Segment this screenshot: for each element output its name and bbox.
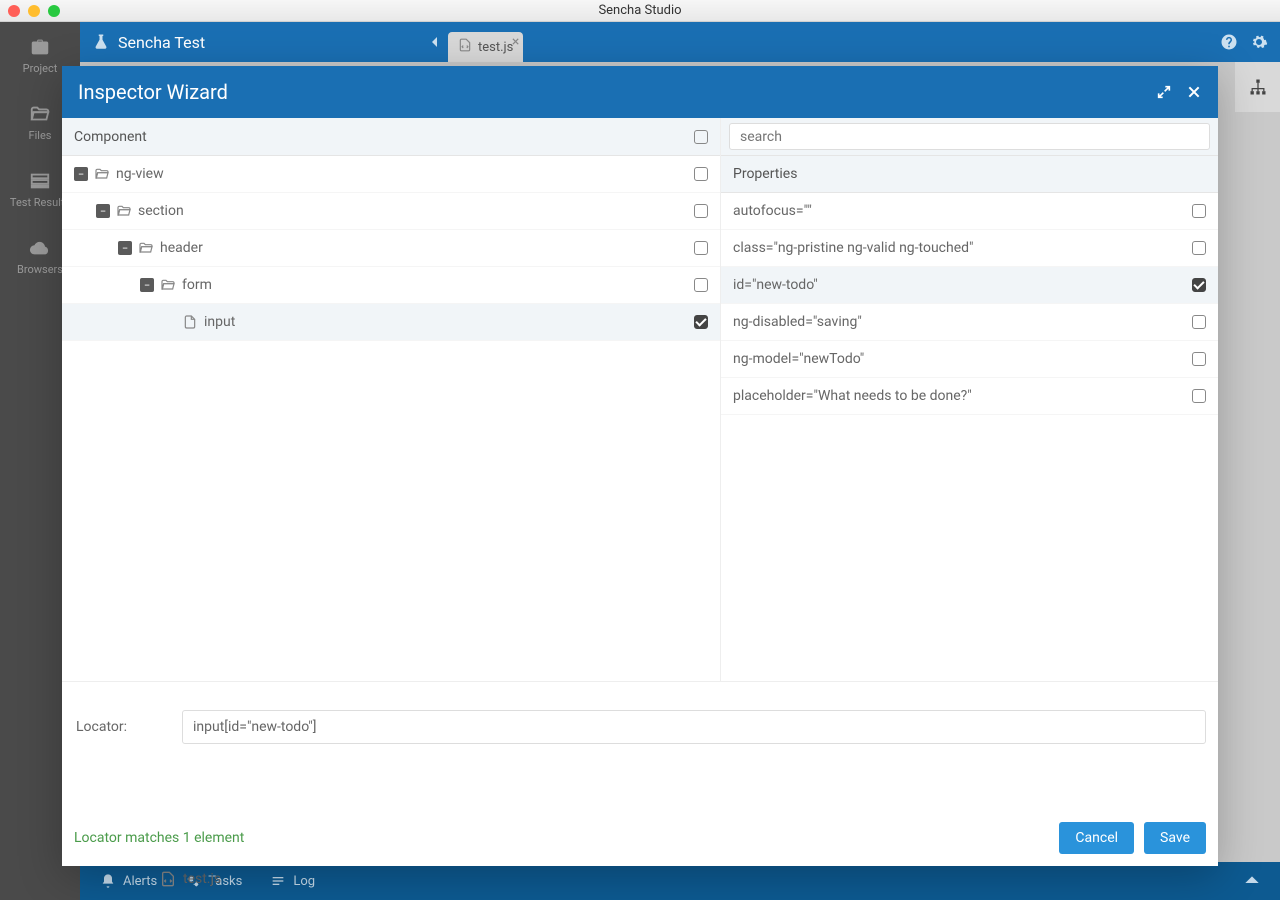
gear-icon[interactable] — [1250, 33, 1268, 51]
property-checkbox[interactable] — [1192, 389, 1206, 403]
property-label: class="ng-pristine ng-valid ng-touched" — [733, 240, 974, 256]
flask-icon — [92, 33, 110, 51]
property-row[interactable]: autofocus="" — [721, 193, 1218, 230]
properties-header: Properties — [721, 156, 1218, 193]
component-header-checkbox[interactable] — [694, 130, 708, 144]
property-checkbox[interactable] — [1192, 278, 1206, 292]
property-label: autofocus="" — [733, 203, 812, 219]
folder-icon — [94, 166, 110, 182]
tree-row-checkbox[interactable] — [694, 241, 708, 255]
tab-label: test.js — [478, 40, 513, 55]
modal-footer: Locator: Locator matches 1 element Cance… — [62, 681, 1218, 866]
collapse-left-icon[interactable] — [430, 33, 440, 52]
status-bar: Alerts Tasks Log — [80, 862, 1280, 900]
tree-row-header[interactable]: header — [62, 230, 720, 267]
property-checkbox[interactable] — [1192, 352, 1206, 366]
sidebar-label: Browsers — [17, 263, 63, 276]
properties-list: autofocus="" class="ng-pristine ng-valid … — [721, 193, 1218, 681]
folder-icon — [160, 277, 176, 293]
tree-row-ng-view[interactable]: ng-view — [62, 156, 720, 193]
tree-label: form — [182, 277, 694, 293]
search-input[interactable] — [729, 123, 1210, 150]
chevron-up-icon[interactable] — [1244, 871, 1260, 891]
tree-row-checkbox[interactable] — [694, 278, 708, 292]
tree-row-checkbox[interactable] — [694, 167, 708, 181]
log-icon — [270, 873, 286, 889]
folder-icon — [116, 203, 132, 219]
tree-row-checkbox[interactable] — [694, 204, 708, 218]
window-minimize-icon[interactable] — [28, 5, 40, 17]
file-icon — [182, 314, 198, 330]
tree-row-checkbox[interactable] — [694, 315, 708, 329]
code-file-icon — [160, 871, 176, 887]
tree-row-form[interactable]: form — [62, 267, 720, 304]
properties-header-label: Properties — [733, 166, 797, 182]
property-row[interactable]: class="ng-pristine ng-valid ng-touched" — [721, 230, 1218, 267]
folder-open-icon — [29, 103, 51, 125]
tree-label: ng-view — [116, 166, 694, 182]
locator-row: Locator: — [74, 694, 1206, 752]
property-checkbox[interactable] — [1192, 315, 1206, 329]
component-header-label: Component — [74, 129, 147, 145]
property-label: id="new-todo" — [733, 277, 818, 293]
cloud-icon — [29, 237, 51, 259]
property-checkbox[interactable] — [1192, 241, 1206, 255]
property-row[interactable]: ng-model="newTodo" — [721, 341, 1218, 378]
close-icon[interactable]: × — [512, 34, 519, 50]
window-title: Sencha Studio — [598, 3, 681, 18]
property-row[interactable]: ng-disabled="saving" — [721, 304, 1218, 341]
collapse-toggle-icon[interactable] — [96, 204, 110, 218]
property-row[interactable]: placeholder="What needs to be done?" — [721, 378, 1218, 415]
list-icon — [29, 170, 51, 192]
traffic-lights — [8, 5, 60, 17]
collapse-toggle-icon[interactable] — [140, 278, 154, 292]
window-close-icon[interactable] — [8, 5, 20, 17]
right-gutter-toggle[interactable] — [1235, 62, 1280, 112]
tab-strip: test.js × — [448, 22, 523, 62]
statusbar-alerts[interactable]: Alerts — [100, 873, 157, 889]
close-icon[interactable] — [1186, 84, 1202, 100]
locator-status: Locator matches 1 element — [74, 830, 244, 846]
locator-input[interactable] — [182, 710, 1206, 744]
inspector-wizard-modal: Inspector Wizard Component ng-view sectio… — [62, 66, 1218, 866]
search-container — [721, 118, 1218, 156]
modal-title: Inspector Wizard — [78, 80, 228, 104]
tree-label: header — [160, 240, 694, 256]
property-row[interactable]: id="new-todo" — [721, 267, 1218, 304]
statusbar-log[interactable]: Log — [270, 873, 315, 889]
briefcase-icon — [29, 36, 51, 58]
code-file-icon — [458, 38, 472, 56]
hierarchy-icon — [1248, 77, 1268, 97]
app-title: Sencha Test — [92, 33, 440, 52]
modal-header: Inspector Wizard — [62, 66, 1218, 118]
file-row-test-js[interactable]: test.js — [160, 864, 221, 894]
help-icon[interactable] — [1220, 33, 1238, 51]
property-checkbox[interactable] — [1192, 204, 1206, 218]
component-tree: ng-view section header form input — [62, 156, 720, 681]
bell-icon — [100, 873, 116, 889]
cancel-button[interactable]: Cancel — [1059, 822, 1134, 854]
titlebar: Sencha Studio — [0, 0, 1280, 22]
tree-label: section — [138, 203, 694, 219]
expand-icon[interactable] — [1156, 84, 1172, 100]
properties-panel: Properties autofocus="" class="ng-pristin… — [721, 118, 1218, 681]
sidebar-label: Files — [29, 129, 52, 142]
appbar: Sencha Test test.js × — [80, 22, 1280, 62]
window-maximize-icon[interactable] — [48, 5, 60, 17]
tree-row-input[interactable]: input — [62, 304, 720, 341]
component-panel: Component ng-view section header form input — [62, 118, 721, 681]
tree-row-section[interactable]: section — [62, 193, 720, 230]
tree-label: input — [204, 314, 694, 330]
save-button[interactable]: Save — [1144, 822, 1206, 854]
locator-label: Locator: — [74, 719, 168, 735]
property-label: ng-disabled="saving" — [733, 314, 862, 330]
tab-test-js[interactable]: test.js × — [448, 32, 523, 62]
sidebar-label: Project — [23, 62, 58, 75]
collapse-toggle-icon[interactable] — [118, 241, 132, 255]
collapse-toggle-icon[interactable] — [74, 167, 88, 181]
component-panel-header: Component — [62, 118, 720, 156]
folder-icon — [138, 240, 154, 256]
property-label: placeholder="What needs to be done?" — [733, 388, 972, 404]
property-label: ng-model="newTodo" — [733, 351, 864, 367]
